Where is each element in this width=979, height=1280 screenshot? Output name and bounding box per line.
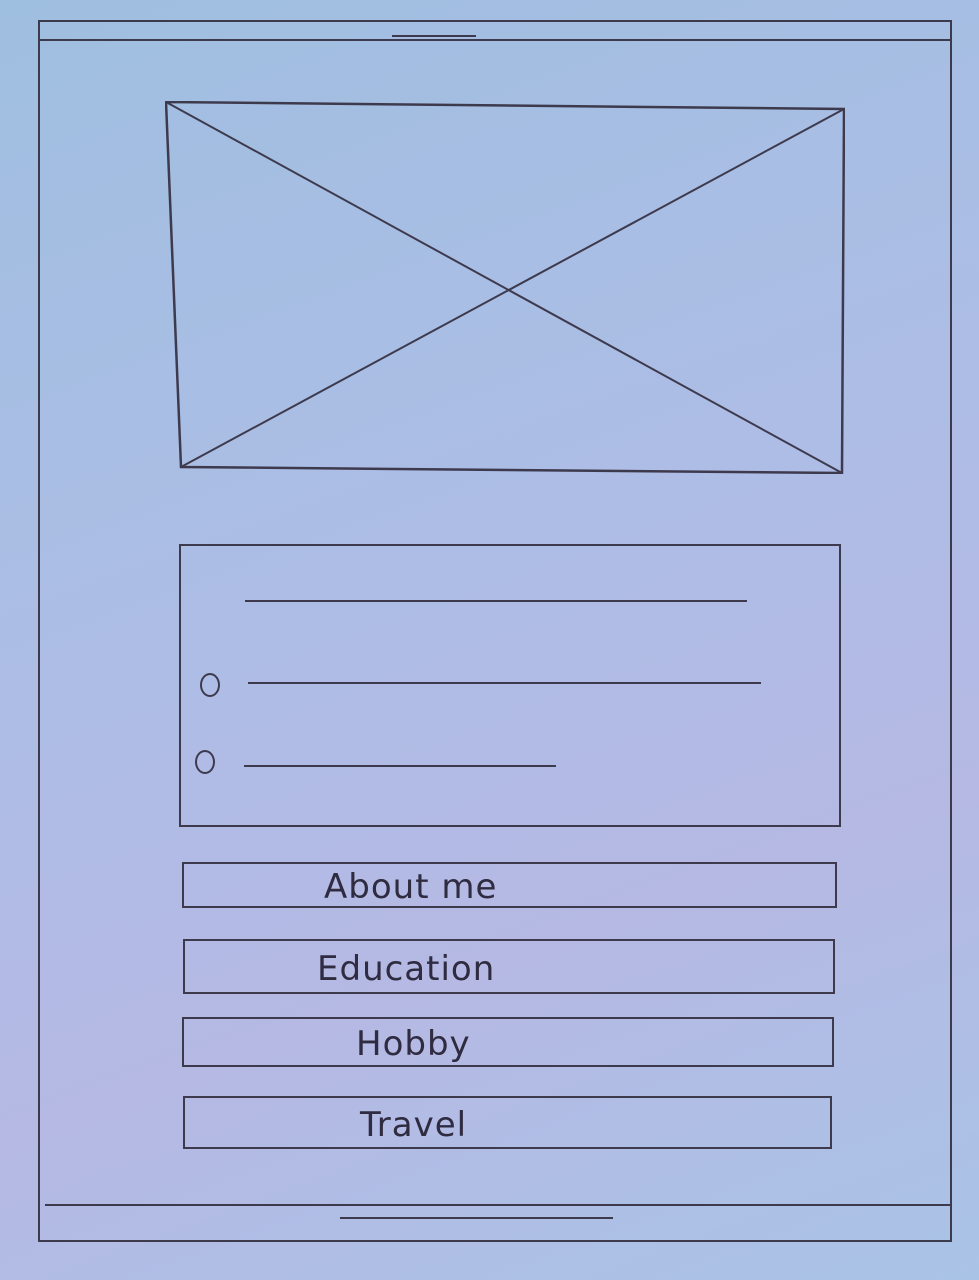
education-button[interactable]: Education bbox=[183, 939, 835, 994]
travel-button[interactable]: Travel bbox=[183, 1096, 832, 1149]
home-indicator[interactable] bbox=[340, 1217, 613, 1219]
wireframe-sheet: About me Education Hobby Travel bbox=[0, 0, 979, 1280]
about-me-button[interactable]: About me bbox=[182, 862, 837, 908]
top-bar-divider bbox=[38, 39, 952, 41]
hero-image-placeholder bbox=[165, 101, 845, 474]
travel-button-label: Travel bbox=[360, 1104, 468, 1145]
hobby-button[interactable]: Hobby bbox=[182, 1017, 834, 1067]
info-card-heading-placeholder bbox=[245, 600, 747, 602]
about-me-button-label: About me bbox=[324, 867, 498, 907]
info-card-text-placeholder bbox=[244, 765, 556, 767]
circle-bullet-icon bbox=[195, 750, 215, 774]
circle-bullet-icon bbox=[200, 673, 220, 697]
bottom-bar-divider bbox=[45, 1204, 950, 1206]
hobby-button-label: Hobby bbox=[356, 1024, 471, 1064]
image-placeholder-icon bbox=[165, 101, 845, 474]
info-card-text-placeholder bbox=[248, 682, 761, 684]
top-speaker-handle bbox=[392, 35, 476, 37]
education-button-label: Education bbox=[317, 948, 496, 989]
info-card bbox=[179, 544, 841, 827]
